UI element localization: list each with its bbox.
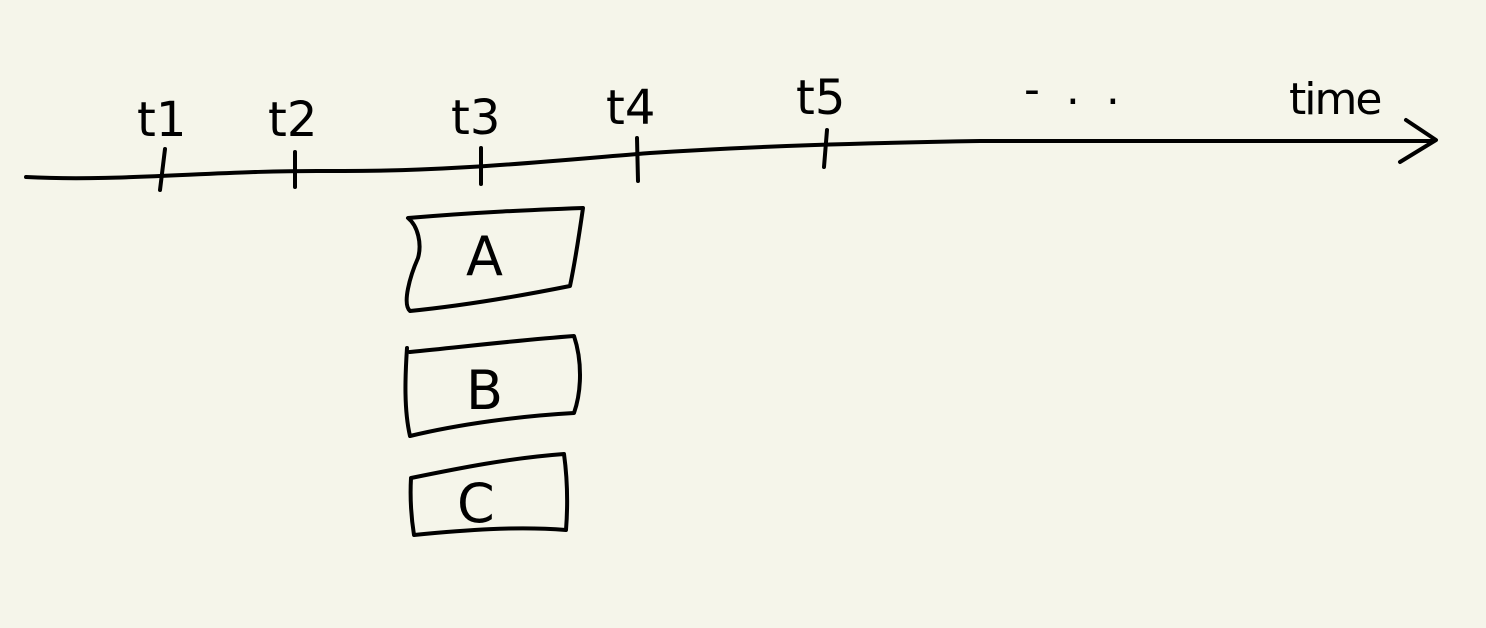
box-label-a: A bbox=[466, 225, 503, 288]
ellipsis-label: - . . bbox=[1024, 64, 1126, 115]
timeline-diagram: t1 t2 t3 t4 t5 - . . time A B C bbox=[24, 64, 1438, 537]
tick-label-t2: t2 bbox=[268, 92, 317, 148]
tick-mark-t5 bbox=[822, 128, 829, 169]
tick-mark-t4 bbox=[635, 136, 640, 183]
tick-label-t3: t3 bbox=[451, 90, 500, 146]
box-label-c: C bbox=[457, 472, 495, 535]
tick-label-t5: t5 bbox=[796, 70, 845, 126]
axis-label: time bbox=[1289, 74, 1380, 125]
tick-label-t4: t4 bbox=[606, 80, 655, 136]
tick-mark-t1 bbox=[158, 147, 167, 192]
box-label-b: B bbox=[466, 359, 503, 422]
time-axis bbox=[24, 138, 1434, 181]
tick-label-t1: t1 bbox=[137, 92, 186, 148]
